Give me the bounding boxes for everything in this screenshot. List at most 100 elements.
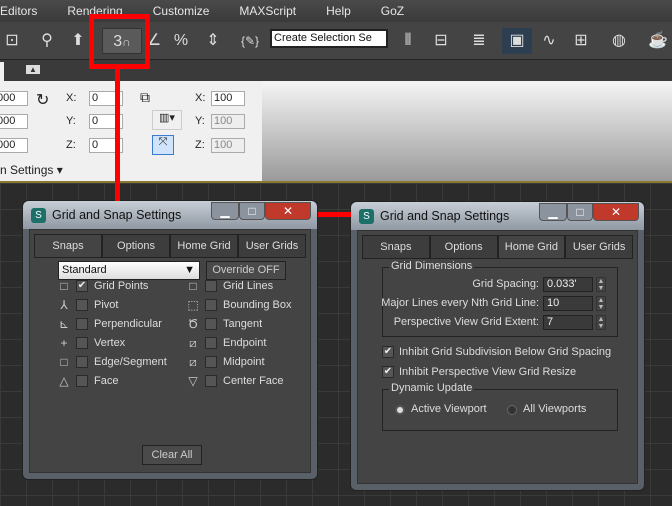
snap-checkbox[interactable] — [76, 375, 88, 387]
extent-input[interactable]: 7 — [543, 315, 593, 330]
maximize-button[interactable]: □ — [567, 203, 593, 221]
snap-checkbox[interactable] — [76, 299, 88, 311]
schematic-icon[interactable]: ⊞ — [568, 28, 594, 54]
maximize-button[interactable]: □ — [239, 202, 265, 220]
extent-spinner[interactable]: ▲ ▼ — [596, 315, 606, 330]
render-setup-icon[interactable]: ☕ — [644, 28, 672, 54]
selection-set-dropdown[interactable]: Create Selection Se — [270, 29, 388, 48]
square-icon: □ — [189, 279, 197, 293]
grid-spacing-spinner[interactable]: ▲ ▼ — [596, 277, 606, 292]
minimize-button[interactable]: ▁ — [211, 202, 239, 220]
snap-checkbox[interactable] — [205, 375, 217, 387]
snap-checkbox[interactable] — [205, 337, 217, 349]
close-button[interactable]: ✕ — [593, 203, 639, 221]
layout-dropdown-icon[interactable]: ▥▾ — [152, 110, 182, 130]
midpoint-icon: ⧄ — [189, 355, 197, 369]
dashed-box-icon: ⬚ — [187, 298, 199, 312]
tab-snaps[interactable]: Snaps — [362, 235, 430, 258]
snap-3d-button[interactable]: 3∩ — [102, 28, 142, 54]
inhibit-subdivision-checkbox[interactable]: ✔ — [382, 346, 394, 358]
x-label: X: — [66, 92, 77, 104]
left-spinner-2[interactable]: 000 — [0, 114, 28, 129]
dynamic-update-group: Dynamic Update Active Viewport All Viewp… — [382, 382, 618, 431]
3dsmax-logo-icon: S — [359, 208, 374, 224]
tab-options[interactable]: Options — [102, 234, 170, 257]
named-selection-edit-icon[interactable]: {✎} — [238, 28, 262, 54]
menu-maxscript[interactable]: MAXScript — [239, 4, 296, 18]
snap-label: Grid Points — [94, 280, 149, 292]
active-viewport-label: Active Viewport — [411, 403, 487, 415]
snap-checkbox[interactable] — [205, 280, 217, 292]
snap-checkbox[interactable] — [76, 356, 88, 368]
mirror-icon[interactable]: ⫴ — [396, 28, 420, 54]
scale-z-input[interactable]: 100 — [211, 138, 245, 153]
scene-explorer-icon[interactable]: ▣ — [502, 28, 532, 54]
major-lines-input[interactable]: 10 — [543, 296, 593, 311]
inhibit-resize-checkbox[interactable]: ✔ — [382, 366, 394, 378]
left-spinner-3[interactable]: 000 — [0, 138, 28, 153]
snap-label: Bounding Box — [223, 299, 292, 311]
align-icon[interactable]: ⊟ — [428, 28, 454, 54]
tab-user-grids[interactable]: User Grids — [238, 234, 306, 257]
snap-checkbox[interactable] — [205, 318, 217, 330]
ribbon-toggle-icon[interactable]: ▲ — [26, 65, 40, 74]
snap-label: Face — [94, 375, 119, 387]
snap-type-dropdown[interactable]: Standard ▼ — [58, 261, 200, 280]
all-viewports-label: All Viewports — [523, 403, 587, 415]
tab-snaps[interactable]: Snaps — [34, 234, 102, 257]
grid-snap-dialog-snaps: S Grid and Snap Settings ▁ □ ✕ Snaps Opti… — [22, 200, 318, 480]
curve-editor-icon[interactable]: ∿ — [536, 28, 562, 54]
ribbon-empty-area — [262, 81, 672, 181]
material-editor-icon[interactable]: ◍ — [606, 28, 632, 54]
tab-options[interactable]: Options — [429, 235, 498, 258]
tab-home-grid[interactable]: Home Grid — [170, 234, 238, 257]
override-button[interactable]: Override OFF — [206, 261, 286, 280]
snap-checkbox[interactable] — [76, 318, 88, 330]
snap-checkbox[interactable]: ✔ — [76, 280, 88, 292]
snap-label: Perpendicular — [94, 318, 162, 330]
lock-scale-icon[interactable]: ⤧ — [152, 135, 174, 155]
all-viewports-radio[interactable] — [507, 405, 517, 415]
square-icon: □ — [60, 279, 68, 293]
x-label: X: — [195, 92, 206, 104]
scale-x-input[interactable]: 100 — [211, 91, 245, 106]
snap-label: Vertex — [94, 337, 126, 349]
snap-checkbox[interactable] — [205, 356, 217, 368]
dialog-body: Snaps Options Home Grid User Grids Grid … — [357, 230, 638, 484]
clear-all-button[interactable]: Clear All — [142, 445, 202, 465]
spinner-snap-icon[interactable]: ⇕ — [200, 28, 226, 54]
panel-footer[interactable]: n Settings ▾ — [0, 163, 63, 177]
layer-icon[interactable]: ≣ — [466, 28, 492, 54]
menu-editors[interactable]: Editors — [0, 4, 37, 18]
percent-snap-icon[interactable]: % — [168, 28, 194, 54]
grid-spacing-label: Grid Spacing: — [472, 278, 539, 290]
tab-user-grids[interactable]: User Grids — [565, 235, 633, 258]
scale-icon: ⧉ — [140, 89, 150, 105]
minimize-button[interactable]: ▁ — [539, 203, 567, 221]
active-viewport-radio[interactable] — [395, 405, 405, 415]
menu-customize[interactable]: Customize — [153, 4, 210, 18]
grid-spacing-input[interactable]: 0.033' — [543, 277, 593, 292]
endpoint-icon: ⧄ — [189, 336, 197, 350]
main-toolbar: ⊡ ⚲ ⬆ 3∩ ∠ % ⇕ {✎} Create Selection Se ⫴… — [0, 22, 672, 60]
group-label: Dynamic Update — [389, 382, 475, 394]
tab-home-grid[interactable]: Home Grid — [497, 235, 566, 258]
close-button[interactable]: ✕ — [265, 202, 311, 220]
major-lines-label: Major Lines every Nth Grid Line: — [381, 297, 539, 309]
z-label: Z: — [195, 139, 205, 151]
snap-checkbox[interactable] — [76, 337, 88, 349]
grid-dimensions-group: Grid Dimensions Grid Spacing: 0.033' ▲ ▼ … — [381, 260, 618, 337]
menu-help[interactable]: Help — [326, 4, 351, 18]
major-lines-spinner[interactable]: ▲ ▼ — [596, 296, 606, 311]
snap-label: Grid Lines — [223, 280, 274, 292]
triangle-icon: △ — [59, 374, 69, 388]
left-spinner-1[interactable]: 000 — [0, 91, 28, 106]
menu-goz[interactable]: GoZ — [381, 4, 404, 18]
snap-label: Edge/Segment — [94, 356, 167, 368]
inhibit-resize-label: Inhibit Perspective View Grid Resize — [399, 366, 577, 378]
select-link-icon[interactable]: ⊡ — [0, 28, 24, 54]
scale-y-input[interactable]: 100 — [211, 114, 245, 129]
hierarchy-icon[interactable]: ⚲ — [34, 28, 60, 54]
bind-icon[interactable]: ⬆ — [66, 28, 90, 54]
snap-checkbox[interactable] — [205, 299, 217, 311]
